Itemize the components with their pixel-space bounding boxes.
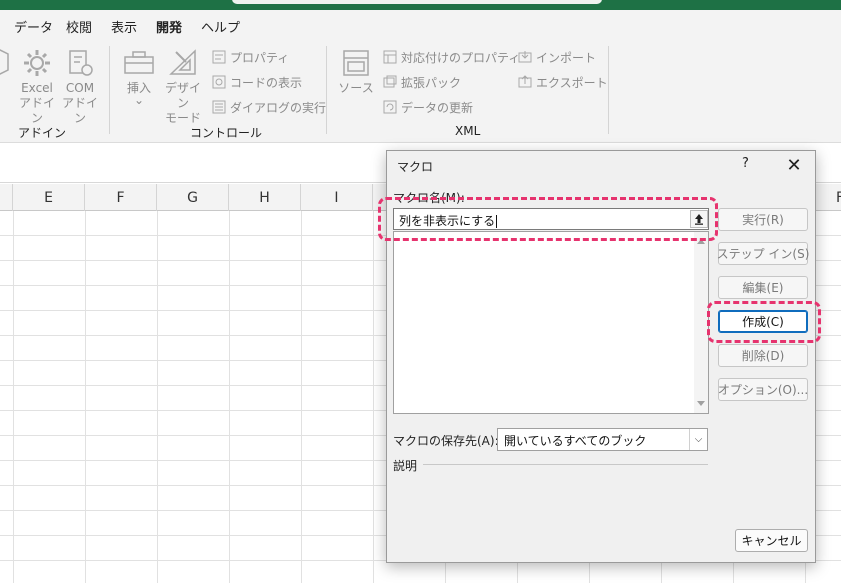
export-label: エクスポート [536, 75, 608, 90]
description-divider [423, 464, 708, 465]
export-icon [518, 75, 532, 88]
group-label-addins: アドイン [18, 126, 67, 140]
chevron-down-icon[interactable]: ⌵ [689, 429, 707, 450]
highlight-macro-name [378, 197, 718, 241]
close-icon[interactable]: ✕ [783, 154, 805, 176]
source-label: ソース [338, 81, 374, 95]
properties-label: プロパティ [230, 50, 290, 65]
view-code-button[interactable]: コードの表示 [212, 73, 302, 91]
com-addins-label: COM アドイン [61, 81, 98, 125]
export-button[interactable]: エクスポート [518, 73, 608, 91]
title-bar [0, 0, 841, 10]
addins-button-partial[interactable] [0, 48, 10, 81]
insert-control-button[interactable]: 挿入 ⌄ [122, 48, 156, 107]
tab-help[interactable]: ヘルプ [201, 17, 240, 36]
column-header-g[interactable]: G [157, 184, 229, 211]
design-mode-button[interactable]: デザイン モード [161, 48, 205, 126]
options-button[interactable]: オプション(O)... [718, 378, 808, 401]
map-properties-label: 対応付けのプロパティ [401, 50, 521, 65]
help-icon[interactable]: ? [742, 156, 749, 171]
column-header-e[interactable]: E [13, 184, 85, 211]
properties-icon [212, 50, 226, 64]
ribbon-separator [109, 46, 110, 134]
expansion-packs-label: 拡張パック [401, 75, 462, 90]
view-code-label: コードの表示 [230, 75, 303, 90]
com-addins-button[interactable]: COM アドイン [61, 48, 99, 126]
search-box[interactable] [232, 0, 602, 4]
column-header-right-partial[interactable]: F [816, 184, 841, 211]
excel-addins-button[interactable]: Excel アドイン [17, 48, 57, 126]
import-button[interactable]: インポート [518, 48, 596, 66]
com-addins-icon [69, 50, 93, 76]
column-header-partial[interactable] [0, 184, 13, 211]
column-header-f[interactable]: F [85, 184, 157, 211]
scroll-down-icon[interactable] [697, 401, 705, 406]
highlight-create-button [707, 301, 821, 343]
tab-review[interactable]: 校閲 [66, 17, 92, 36]
ribbon-separator [608, 46, 609, 134]
xml-source-icon [343, 50, 369, 76]
import-label: インポート [536, 50, 597, 65]
design-mode-icon [169, 49, 196, 75]
design-mode-label: デザイン モード [164, 81, 201, 125]
step-into-button[interactable]: ステップ イン(S) [717, 242, 809, 265]
run-dialog-icon [212, 100, 226, 114]
expansion-packs-button[interactable]: 拡張パック [383, 73, 461, 91]
column-header-h[interactable]: H [229, 184, 301, 211]
import-icon [518, 51, 532, 63]
tab-data[interactable]: データ [14, 17, 53, 36]
hexagon-icon [0, 49, 9, 75]
macros-in-value: 開いているすべてのブック [504, 434, 647, 448]
map-properties-button[interactable]: 対応付けのプロパティ [383, 48, 520, 66]
expansion-packs-icon [383, 75, 397, 88]
description-label: 説明 [393, 459, 418, 473]
map-properties-icon [383, 50, 397, 64]
properties-button[interactable]: プロパティ [212, 48, 289, 66]
dialog-title: マクロ [397, 160, 434, 174]
source-button[interactable]: ソース [338, 48, 374, 96]
cancel-button[interactable]: キャンセル [735, 529, 808, 552]
run-dialog-button[interactable]: ダイアログの実行 [212, 98, 326, 116]
insert-chevron-icon: ⌄ [133, 93, 145, 107]
refresh-data-button[interactable]: データの更新 [383, 98, 473, 116]
refresh-data-icon [383, 100, 397, 114]
ribbon-separator [326, 46, 327, 134]
delete-button[interactable]: 削除(D) [718, 344, 808, 367]
list-scrollbar[interactable] [694, 232, 708, 413]
run-button[interactable]: 実行(R) [718, 208, 808, 231]
view-code-icon [212, 75, 226, 89]
toolbox-icon [124, 51, 154, 74]
edit-button[interactable]: 編集(E) [718, 276, 808, 299]
tab-view[interactable]: 表示 [111, 17, 137, 36]
tab-developer[interactable]: 開発 [156, 17, 183, 43]
gear-icon [24, 50, 50, 76]
refresh-data-label: データの更新 [401, 100, 474, 115]
macros-in-label: マクロの保存先(A): [393, 434, 499, 448]
group-label-xml: XML [455, 124, 481, 138]
macros-in-select[interactable]: 開いているすべてのブック ⌵ [497, 428, 708, 451]
run-dialog-label: ダイアログの実行 [230, 100, 327, 115]
excel-addins-label: Excel アドイン [18, 81, 55, 125]
ribbon-tab-bar: データ 校閲 表示 開発 ヘルプ [0, 10, 841, 43]
macro-list[interactable] [393, 231, 709, 414]
column-header-i[interactable]: I [301, 184, 373, 211]
group-label-controls: コントロール [190, 126, 263, 140]
ribbon: Excel アドイン COM アドイン 挿入 ⌄ デザイン モード プロパティ [0, 40, 841, 143]
